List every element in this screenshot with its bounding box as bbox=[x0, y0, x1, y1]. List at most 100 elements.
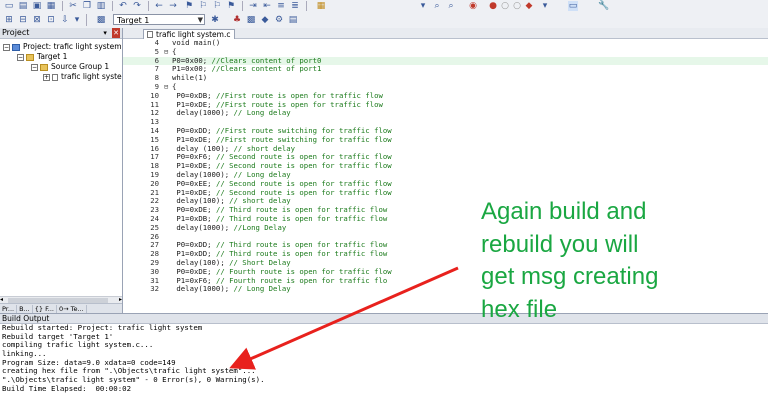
build-output-text[interactable]: Rebuild started: Project: trafic light s… bbox=[0, 323, 768, 394]
kill-breakpoints-icon[interactable]: ◆ bbox=[524, 1, 534, 11]
open-file-icon[interactable]: ▤ bbox=[18, 1, 28, 11]
target-select[interactable]: Target 1 ▼ bbox=[113, 14, 205, 25]
code-comment: // Second route is open for traffic flow bbox=[215, 178, 392, 188]
code-comment: //First route is open for traffic flow bbox=[215, 99, 383, 109]
disable-breakpoint-icon[interactable]: ○ bbox=[500, 1, 510, 11]
stop-build-icon[interactable]: ▩ bbox=[96, 15, 106, 25]
code-line[interactable]: 12 delay(1000); // Long delay bbox=[123, 108, 768, 118]
configure-icon[interactable]: ▭ bbox=[568, 1, 578, 11]
close-icon[interactable]: ✕ bbox=[112, 28, 120, 38]
fold-marker-icon[interactable]: ⊟ bbox=[164, 48, 171, 57]
manage-components-icon[interactable]: ♣ bbox=[232, 15, 242, 25]
code-statement: P0=0xDD; bbox=[172, 125, 216, 135]
bookmark-clear-icon[interactable]: ⚑ bbox=[226, 1, 236, 11]
tree-item-project[interactable]: − Project: trafic light system bbox=[3, 42, 122, 51]
diamond-icon[interactable]: ◆ bbox=[260, 15, 270, 25]
debug-icon[interactable]: ◉ bbox=[468, 1, 478, 11]
code-statement: P0=0x00; bbox=[172, 55, 212, 65]
line-number: 5 bbox=[154, 46, 159, 56]
paste-icon[interactable]: ▥ bbox=[96, 1, 106, 11]
copy-icon[interactable]: ❐ bbox=[82, 1, 92, 11]
build-output-line: compiling trafic light system.c... bbox=[2, 340, 154, 350]
runtime-env-icon[interactable]: ▤ bbox=[288, 15, 298, 25]
line-number: 8 bbox=[154, 73, 159, 83]
tree-item-label: Project: trafic light system bbox=[23, 42, 122, 51]
code-comment: // Short Delay bbox=[229, 257, 291, 267]
code-line[interactable]: 7 P1=0x00; //Clears content of port1 bbox=[123, 64, 768, 74]
tools-icon[interactable]: 🔧 bbox=[598, 1, 609, 11]
download-icon[interactable]: ⇩ bbox=[60, 15, 70, 25]
code-line[interactable]: 8 while(1) bbox=[123, 73, 768, 83]
code-line[interactable]: 4 void main() bbox=[123, 38, 768, 48]
bookmark-prev-icon[interactable]: ⚐ bbox=[198, 1, 208, 11]
code-statement: P0=0xDB; bbox=[172, 90, 216, 100]
pin-icon[interactable]: ▾ bbox=[103, 28, 107, 38]
line-number: 4 bbox=[154, 38, 159, 47]
tree-item-source-group[interactable]: − Source Group 1 bbox=[31, 62, 109, 71]
line-number: 32 bbox=[150, 284, 159, 294]
window-layout-icon[interactable]: ▾ bbox=[540, 1, 550, 11]
expand-toggle-icon[interactable]: + bbox=[43, 73, 50, 81]
tree-item-label: Source Group 1 bbox=[51, 62, 110, 71]
target-folder-icon bbox=[26, 53, 34, 61]
annotation-text: Again build and rebuild you will get msg… bbox=[481, 196, 731, 326]
code-comment: // Long delay bbox=[233, 108, 291, 118]
code-text: while(1) bbox=[172, 73, 208, 83]
incremental-find-icon[interactable]: ⌕ bbox=[446, 1, 456, 11]
code-comment: // Second route is open for traffic flow bbox=[215, 187, 392, 197]
code-statement: delay (100); bbox=[172, 143, 234, 153]
code-comment: //Clears content of port0 bbox=[211, 55, 322, 65]
code-statement: P0=0xDE; bbox=[172, 266, 216, 276]
batch-build-icon[interactable]: ⊡ bbox=[46, 15, 56, 25]
bookmark-next-icon[interactable]: ⚐ bbox=[212, 1, 222, 11]
save-icon[interactable]: ▣ bbox=[32, 1, 42, 11]
scroll-left-icon[interactable]: ◂ bbox=[0, 296, 3, 303]
unindent-icon[interactable]: ⇤ bbox=[262, 1, 272, 11]
pack-installer-icon[interactable]: ⚙ bbox=[274, 15, 284, 25]
code-text: delay(1000); //Long Delay bbox=[172, 223, 286, 233]
build-icon[interactable]: ⊟ bbox=[18, 15, 28, 25]
code-statement: delay(100); bbox=[172, 196, 230, 206]
find-icon[interactable]: ⌕ bbox=[432, 1, 442, 11]
collapse-toggle-icon[interactable]: − bbox=[31, 63, 38, 71]
fold-marker-icon[interactable]: ⊟ bbox=[164, 83, 171, 92]
code-comment: // Third route is open for traffic flow bbox=[215, 213, 388, 223]
scroll-right-icon[interactable]: ▸ bbox=[119, 296, 122, 303]
rebuild-icon[interactable]: ⊠ bbox=[32, 15, 42, 25]
target-options-icon[interactable]: ✱ bbox=[210, 15, 220, 25]
uncomment-icon[interactable]: ≣ bbox=[290, 1, 300, 11]
code-comment: // short delay bbox=[229, 196, 291, 206]
indent-icon[interactable]: ⇥ bbox=[248, 1, 258, 11]
chevron-down-icon: ▼ bbox=[197, 16, 203, 24]
breakpoint-icon[interactable]: ● bbox=[488, 1, 498, 11]
tree-item-source-file[interactable]: + trafic light syste bbox=[43, 72, 122, 81]
code-statement: void main() bbox=[172, 38, 221, 47]
code-comment: //First route is open for traffic flow bbox=[215, 90, 383, 100]
annotation-line: Again build and bbox=[481, 198, 647, 225]
target-select-value: Target 1 bbox=[117, 16, 150, 25]
collapse-toggle-icon[interactable]: − bbox=[17, 53, 24, 61]
nav-forward-icon[interactable]: → bbox=[168, 1, 178, 11]
code-comment: //First route switching for traffic flow bbox=[215, 125, 392, 135]
cut-icon[interactable]: ✂ bbox=[68, 1, 78, 11]
code-statement: P1=0xDE; bbox=[172, 99, 216, 109]
code-statement: while(1) bbox=[172, 73, 208, 83]
bookmark-icon[interactable]: ⚑ bbox=[184, 1, 194, 11]
save-all-icon[interactable]: ▦ bbox=[46, 1, 56, 11]
new-file-icon[interactable]: ▭ bbox=[4, 1, 14, 11]
translate-icon[interactable]: ⊞ bbox=[4, 15, 14, 25]
tree-item-target[interactable]: − Target 1 bbox=[17, 52, 67, 61]
undo-icon[interactable]: ↶ bbox=[118, 1, 128, 11]
clear-breakpoints-icon[interactable]: ○ bbox=[512, 1, 522, 11]
dropdown-arrow-icon[interactable]: ▾ bbox=[418, 1, 428, 11]
find-in-files-icon[interactable]: ▦ bbox=[316, 1, 326, 11]
nav-back-icon[interactable]: ← bbox=[154, 1, 164, 11]
download-arrow-icon[interactable]: ▾ bbox=[72, 15, 82, 25]
project-panel-header: Project ▾ ✕ bbox=[0, 28, 122, 39]
project-panel: Project ▾ ✕ − Project: trafic light syste… bbox=[0, 28, 123, 314]
collapse-toggle-icon[interactable]: − bbox=[3, 43, 10, 51]
redo-icon[interactable]: ↷ bbox=[132, 1, 142, 11]
file-extensions-icon[interactable]: ▩ bbox=[246, 15, 256, 25]
build-toolbar: ⊞ ⊟ ⊠ ⊡ ⇩ ▾ ▩ Target 1 ▼ ✱ ♣ ▩ ◆ ⚙ ▤ bbox=[0, 12, 768, 29]
comment-icon[interactable]: ≡ bbox=[276, 1, 286, 11]
